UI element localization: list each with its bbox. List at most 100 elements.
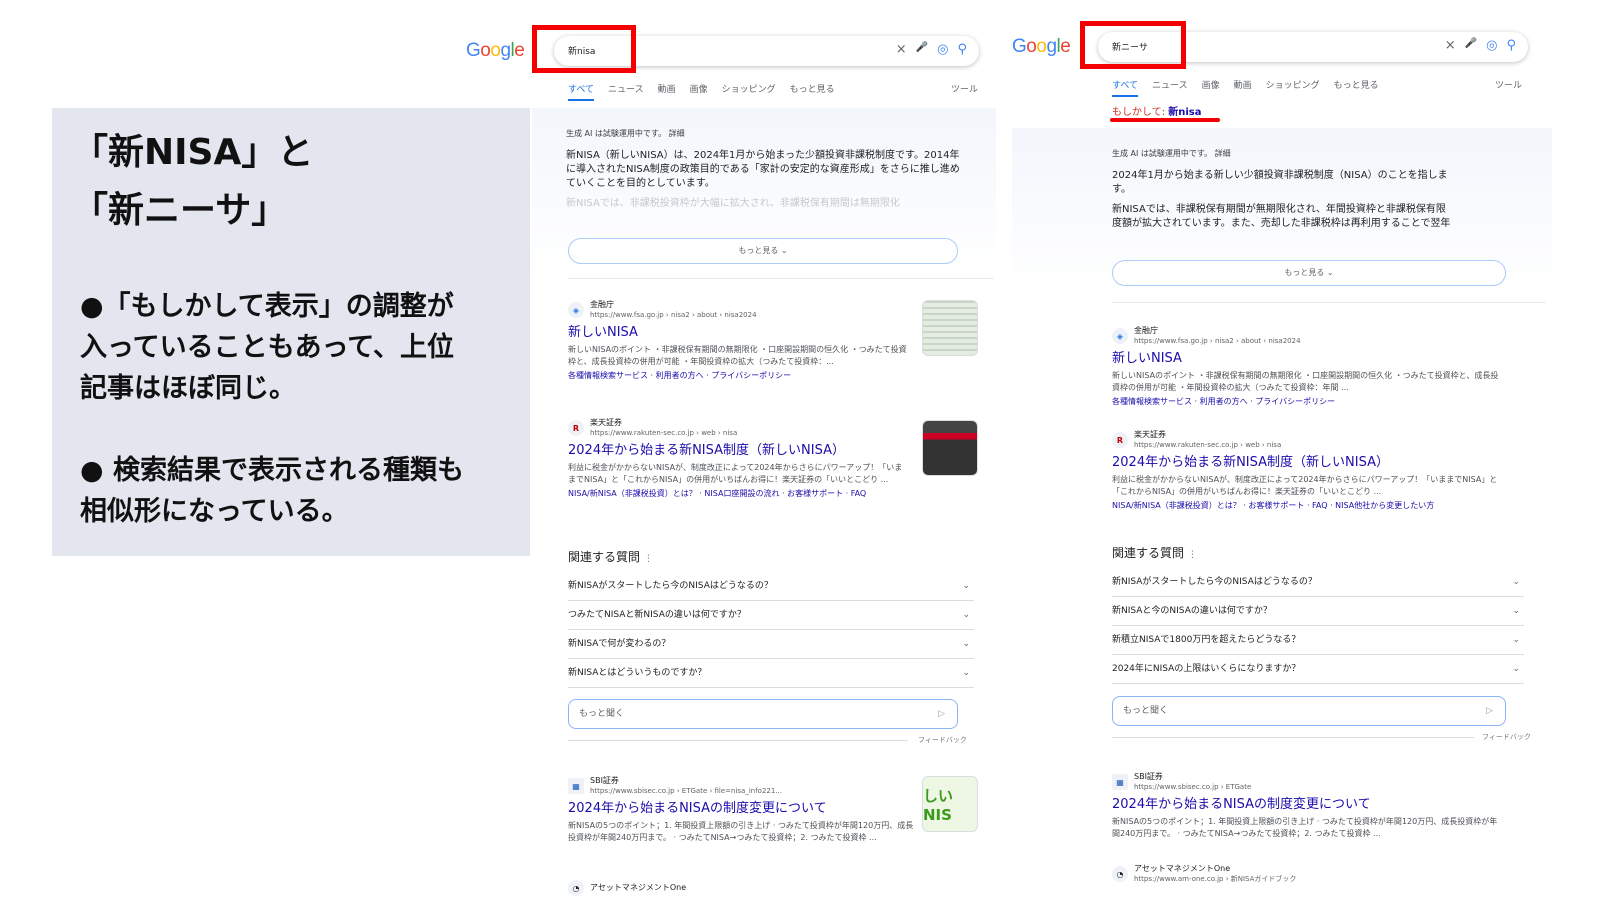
question-text: 新NISAと今のNISAの違いは何ですか？ [1112, 606, 1272, 616]
microphone-icon[interactable]: 🎤 [916, 42, 928, 57]
lens-icon[interactable]: ◎ [937, 42, 948, 57]
microphone-icon[interactable]: 🎤 [1465, 38, 1477, 53]
tab-images[interactable]: 画像 [1202, 78, 1220, 97]
result-url[interactable]: https://www.fsa.go.jp › nisa2 › about › … [590, 310, 757, 320]
clear-icon[interactable]: × [896, 42, 907, 57]
question-text: 新NISAがスタートしたら今のNISAはどうなるの？ [568, 581, 773, 591]
chevron-down-icon: ⌄ [962, 639, 970, 649]
search-box-icons: × 🎤 ◎ ⚲ [1445, 38, 1516, 53]
result-url[interactable]: https://www.rakuten-sec.co.jp › web › ni… [590, 428, 737, 438]
search-icon[interactable]: ⚲ [1506, 38, 1516, 53]
related-question[interactable]: つみたてNISAと新NISAの違いは何ですか？ ⌄ [568, 601, 974, 630]
feedback-link[interactable]: フィードバック [918, 735, 967, 745]
result-title[interactable]: 新しいNISA [568, 325, 908, 341]
tab-news[interactable]: ニュース [1152, 78, 1188, 97]
clear-icon[interactable]: × [1445, 38, 1456, 53]
search-tabs: すべて ニュース 動画 画像 ショッピング もっと見る ツール [568, 82, 978, 101]
rakuten-favicon-icon: R [1112, 432, 1128, 448]
result-url[interactable]: https://www.sbisec.co.jp › ETGate [1134, 782, 1251, 792]
tab-videos[interactable]: 動画 [1234, 78, 1252, 97]
result-thumbnail[interactable] [922, 300, 978, 356]
result-sitelinks[interactable]: 各種情報検索サービス · 利用者の方へ · プライバシーポリシー [1112, 396, 1502, 407]
ai-overview-text: 2024年1月から始まる新しい少額投資非課税制度（NISA）のことを指します。 [1112, 170, 1448, 195]
result-snippet: 新NISAの5つのポイント；1. 年間投資上限額の引き上げ · つみたて投資枠が… [568, 821, 914, 842]
result-sitelinks[interactable]: NISA/新NISA（非課税投資）とは？ · お客様サポート · FAQ · N… [1112, 500, 1502, 511]
divider [1112, 302, 1546, 303]
question-text: つみたてNISAと新NISAの違いは何ですか？ [568, 610, 746, 620]
result-url[interactable]: https://www.rakuten-sec.co.jp › web › ni… [1134, 440, 1281, 450]
lens-icon[interactable]: ◎ [1486, 38, 1497, 53]
show-more-button[interactable]: もっと見る ⌄ [568, 238, 958, 264]
search-box-icons: × 🎤 ◎ ⚲ [896, 42, 967, 57]
result-title[interactable]: 新しいNISA [1112, 351, 1502, 367]
google-logo[interactable]: Google [466, 40, 525, 62]
result-sitelinks[interactable]: 各種情報検索サービス · 利用者の方へ · プライバシーポリシー [568, 370, 908, 381]
tab-shopping[interactable]: ショッピング [722, 82, 776, 101]
feedback-link[interactable]: フィードバック [1482, 732, 1531, 742]
ai-overview-text-2: 新NISAでは、非課税保有期間が無期限化され、年間投資枠と非課税保有限度額が拡大… [1112, 204, 1451, 229]
ask-more-placeholder: もっと聞く [579, 709, 625, 719]
result-title[interactable]: 2024年から始まるNISAの制度変更について [568, 801, 918, 817]
related-question[interactable]: 新NISAと今のNISAの違いは何ですか？ ⌄ [1112, 597, 1524, 626]
thumbnail-text: しいNIS [923, 786, 954, 824]
show-more-label: もっと見る [1284, 268, 1325, 277]
result-url[interactable]: https://www.am-one.co.jp › 新NISAガイドブック [1134, 874, 1296, 884]
google-logo[interactable]: Google [1012, 36, 1071, 58]
ask-more-input[interactable]: もっと聞く ▷ [1112, 696, 1506, 726]
result-sbi: ▦ SBI証券 https://www.sbisec.co.jp › ETGat… [1112, 772, 1502, 840]
result-url[interactable]: https://www.sbisec.co.jp › ETGate › file… [590, 786, 782, 796]
tools-button[interactable]: ツール [951, 82, 978, 95]
related-question[interactable]: 新NISAで何が変わるの？ ⌄ [568, 630, 974, 659]
related-question[interactable]: 新NISAとはどういうものですか？ ⌄ [568, 659, 974, 688]
tab-all[interactable]: すべて [1112, 78, 1139, 97]
related-questions-label: 関連する質問 [568, 550, 641, 564]
result-rakuten: R 楽天証券 https://www.rakuten-sec.co.jp › w… [1112, 430, 1502, 511]
kebab-icon[interactable]: ⋮ [644, 554, 653, 564]
result-snippet: 新しいNISAのポイント ・非課税保有期間の無期限化 ・口座開設期間の恒久化 ・… [1112, 371, 1499, 392]
chevron-down-icon: ⌄ [1512, 664, 1520, 674]
rakuten-favicon-icon: R [568, 420, 584, 436]
tab-more[interactable]: もっと見る [1334, 78, 1379, 97]
result-title[interactable]: 2024年から始まるNISAの制度変更について [1112, 797, 1502, 813]
tab-more[interactable]: もっと見る [790, 82, 835, 101]
tab-all[interactable]: すべて [568, 82, 595, 101]
result-title[interactable]: 2024年から始まる新NISA制度（新しいNISA） [568, 443, 908, 459]
related-question[interactable]: 新積立NISAで1800万円を超えたらどうなる？ ⌄ [1112, 626, 1524, 655]
result-site: SBI証券 [1134, 772, 1163, 781]
tab-news[interactable]: ニュース [608, 82, 644, 101]
result-url[interactable]: https://www.fsa.go.jp › nisa2 › about › … [1134, 336, 1301, 346]
sbi-favicon-icon: ▦ [568, 778, 584, 794]
question-text: 新NISAがスタートしたら今のNISAはどうなるの？ [1112, 577, 1317, 587]
result-thumbnail[interactable]: しいNIS [922, 776, 978, 832]
question-text: 新NISAで何が変わるの？ [568, 639, 671, 649]
related-questions-label: 関連する質問 [1112, 546, 1185, 560]
did-you-mean-link[interactable]: 新nisa [1168, 107, 1201, 118]
result-snippet: 利益に税金がかからないNISAが、制度改正によって2024年からさらにパワーアッ… [568, 463, 903, 484]
ask-more-input[interactable]: もっと聞く ▷ [568, 699, 958, 729]
result-amone: ◔ アセットマネジメントOne https://www.am-one.co.jp… [1112, 864, 1502, 884]
send-icon[interactable]: ▷ [1486, 697, 1493, 725]
chevron-down-icon: ⌄ [962, 581, 970, 591]
result-thumbnail[interactable] [922, 420, 978, 476]
question-text: 2024年にNISAの上限はいくらになりますか？ [1112, 664, 1301, 674]
result-rakuten: R 楽天証券 https://www.rakuten-sec.co.jp › w… [568, 418, 908, 499]
divider [568, 740, 908, 741]
kebab-icon[interactable]: ⋮ [1188, 550, 1197, 560]
related-question[interactable]: 新NISAがスタートしたら今のNISAはどうなるの？ ⌄ [1112, 568, 1524, 597]
search-icon[interactable]: ⚲ [957, 42, 967, 57]
tab-images[interactable]: 画像 [690, 82, 708, 101]
fsa-favicon-icon: ◈ [1112, 328, 1128, 344]
send-icon[interactable]: ▷ [938, 700, 945, 728]
result-site: SBI証券 [590, 776, 619, 785]
related-question[interactable]: 新NISAがスタートしたら今のNISAはどうなるの？ ⌄ [568, 572, 974, 601]
chevron-down-icon: ⌄ [1512, 635, 1520, 645]
tools-button[interactable]: ツール [1495, 78, 1522, 91]
result-title[interactable]: 2024年から始まる新NISA制度（新しいNISA） [1112, 455, 1502, 471]
show-more-button[interactable]: もっと見る ⌄ [1112, 260, 1506, 286]
tab-videos[interactable]: 動画 [658, 82, 676, 101]
result-site: アセットマネジメントOne [590, 883, 687, 892]
result-sitelinks[interactable]: NISA/新NISA（非課税投資）とは？ · NISA口座開設の流れ · お客様… [568, 488, 908, 499]
fsa-favicon-icon: ◈ [568, 302, 584, 318]
related-question[interactable]: 2024年にNISAの上限はいくらになりますか？ ⌄ [1112, 655, 1524, 684]
tab-shopping[interactable]: ショッピング [1266, 78, 1320, 97]
